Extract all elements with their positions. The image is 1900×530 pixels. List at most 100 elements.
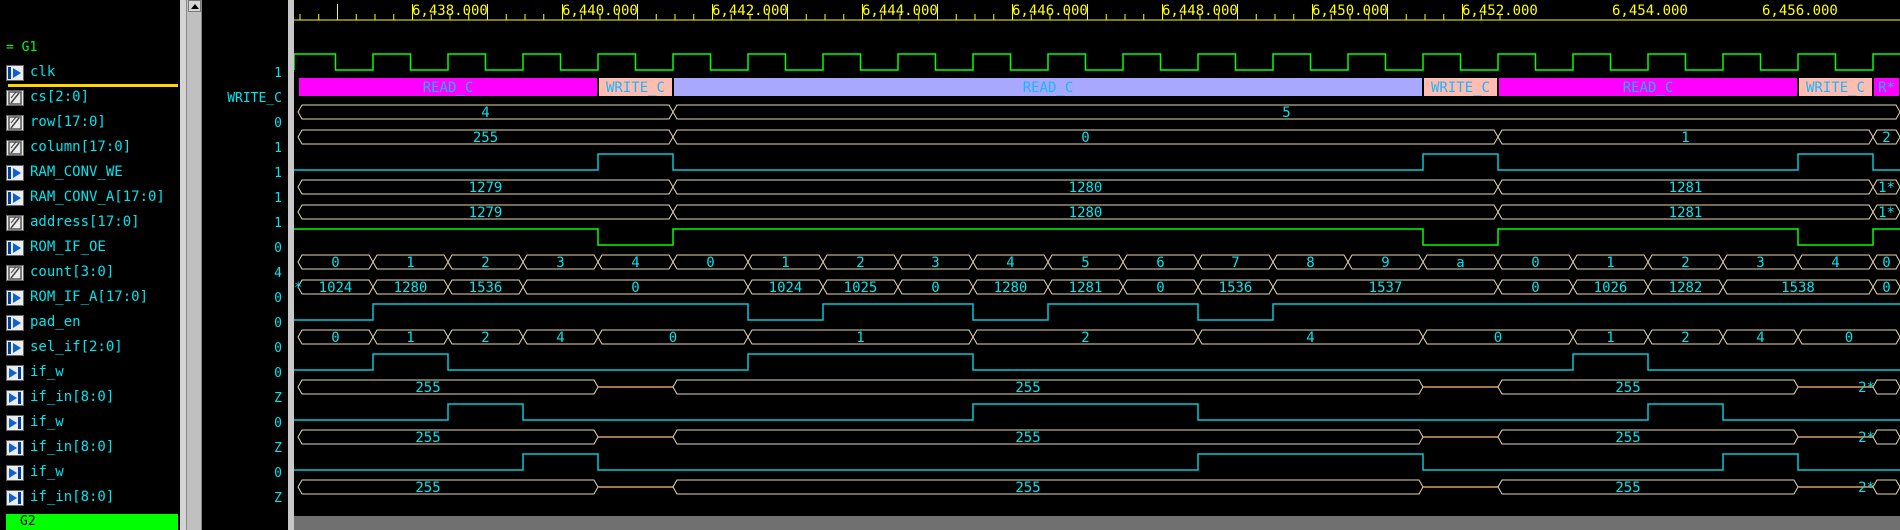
output-icon (6, 165, 24, 181)
input-icon (6, 440, 24, 456)
signal-name: if_in[8:0] (30, 439, 115, 455)
bus-trace[interactable]: 1279 1280 1281 1* (297, 204, 1900, 221)
signal-name: if_w (30, 414, 64, 430)
signal-row[interactable]: count[3:0] (0, 260, 180, 285)
bus-value: 2* (1858, 480, 1875, 496)
signal-value: 0 (274, 466, 282, 481)
bus-value: 1 (1606, 330, 1614, 346)
state-value: READ_C (1623, 80, 1674, 96)
signal-value: Z (274, 491, 282, 506)
tristate-trace[interactable]: 255 255 255 2* (297, 429, 1900, 446)
bus-trace[interactable]: 255 0 1 2 (297, 129, 1900, 146)
bus-trace[interactable]: 0 1 2 4 0 1 2 4 0 1 2 4 0 (297, 329, 1900, 346)
clock-trace[interactable] (294, 53, 1900, 71)
bus-value: 2* (1858, 430, 1875, 446)
bus-value: 1024 (319, 280, 353, 296)
tristate-trace[interactable]: 255 255 255 2* (297, 379, 1900, 396)
signal-name: if_in[8:0] (30, 389, 115, 405)
bus-segment (672, 379, 1424, 395)
group-g2-label[interactable]: G2 (6, 514, 178, 530)
ruler-label: 6,442.000 (712, 3, 788, 19)
signal-row[interactable]: RAM_CONV_A[17:0] (0, 185, 180, 210)
bit-trace[interactable] (294, 153, 1900, 171)
bus-value: 1280 (1069, 205, 1103, 221)
bus-value: 2 (481, 330, 489, 346)
signal-name: pad_en (30, 314, 81, 330)
bus-value: 0 (631, 280, 639, 296)
signal-value: 0 (274, 366, 282, 381)
bus-value: 0 (1081, 130, 1089, 146)
signal-row[interactable]: if_w (0, 460, 180, 485)
signal-row[interactable]: RAM_CONV_WE (0, 160, 180, 185)
signal-row[interactable]: sel_if[2:0] (0, 335, 180, 360)
bus-trace[interactable]: 0 1 2 3 4 0 1 2 3 4 5 6 7 8 9 a 0 1 2 3 4 0 (297, 254, 1900, 271)
time-ruler[interactable]: 6,438.000 6,440.000 6,442.000 6,444.000 6,44… (294, 3, 1900, 21)
bus-segment (1872, 379, 1900, 395)
bus-value: 4 (1831, 255, 1839, 271)
signal-value: WRITE_C (227, 91, 282, 106)
bus-value: 5 (1081, 255, 1089, 271)
bus-segment (297, 379, 599, 395)
signal-row[interactable]: ROM_IF_A[17:0] (0, 285, 180, 310)
bus-value: 2 (1681, 255, 1689, 271)
bus-value: 3 (931, 255, 939, 271)
output-icon (6, 290, 24, 306)
bit-trace[interactable] (294, 353, 1900, 371)
bus-value: 1280 (1069, 180, 1103, 196)
scroll-up-arrow-icon[interactable] (188, 0, 201, 12)
bus-segment (297, 429, 599, 445)
state-value: R* (1878, 80, 1895, 96)
bus-value: 0 (331, 255, 339, 271)
state-value: READ_C (1023, 80, 1074, 96)
input-icon (6, 415, 24, 431)
bus-value: 0 (1531, 255, 1539, 271)
group-g1-label[interactable]: = G1 (6, 40, 37, 55)
signal-row[interactable]: column[17:0] (0, 135, 180, 160)
signal-row[interactable]: row[17:0] (0, 110, 180, 135)
bus-value: 1025 (844, 280, 878, 296)
tristate-trace[interactable]: 255 255 255 2* (297, 479, 1900, 496)
signal-name: column[17:0] (30, 139, 132, 155)
signal-row[interactable]: cs[2:0] (0, 85, 180, 110)
bus-trace[interactable]: 45 (297, 104, 1900, 121)
output-icon (6, 240, 24, 256)
horizontal-scrollbar[interactable] (294, 516, 1900, 530)
bus-value: 4 (1006, 255, 1014, 271)
signal-row[interactable]: clk (0, 60, 180, 85)
bus-trace[interactable]: 1279 1280 1281 1* (297, 179, 1900, 196)
bit-trace[interactable] (294, 403, 1900, 421)
bus-value: 2 (481, 255, 489, 271)
signal-row[interactable]: if_in[8:0] (0, 435, 180, 460)
bus-value: 1279 (469, 205, 503, 221)
vertical-scrollbar[interactable] (186, 0, 202, 530)
bus-value: 255 (1615, 480, 1640, 496)
signal-value: 0 (274, 116, 282, 131)
bus-value: 4 (1306, 330, 1314, 346)
signal-value: Z (274, 441, 282, 456)
bus-icon (6, 90, 24, 106)
signal-value: 4 (274, 266, 282, 281)
bit-trace[interactable] (294, 228, 1900, 246)
signal-row[interactable]: if_w (0, 360, 180, 385)
signal-value: 0 (274, 416, 282, 431)
signal-row[interactable]: if_in[8:0] (0, 485, 180, 510)
waveform-view[interactable]: 6,438.000 6,440.000 6,442.000 6,444.000 6,44… (294, 0, 1900, 530)
signal-row[interactable]: if_in[8:0] (0, 385, 180, 410)
bit-trace[interactable] (294, 303, 1900, 321)
signal-row[interactable]: pad_en (0, 310, 180, 335)
bus-value: 8 (1306, 255, 1314, 271)
bus-trace[interactable]: 1024 1280 1536 0 1024 1025 0 1280 1281 0 1536 1537 0… (294, 279, 1900, 296)
signal-name: clk (30, 64, 56, 80)
state-trace[interactable]: READ_C WRITE_C READ_C WRITE_C READ_C WRITE_C R… (299, 78, 1899, 96)
signal-row[interactable]: address[17:0] (0, 210, 180, 235)
bus-value: 1* (1878, 205, 1895, 221)
signal-row[interactable]: ROM_IF_OE (0, 235, 180, 260)
signal-value: 1 (274, 141, 282, 156)
bus-value: 0 (331, 330, 339, 346)
bit-trace[interactable] (294, 453, 1900, 471)
bus-value: 1538 (1781, 280, 1815, 296)
ruler-label: 6,444.000 (862, 3, 938, 19)
signal-value: 1 (274, 66, 282, 81)
bus-value: 255 (1015, 380, 1040, 396)
signal-row[interactable]: if_w (0, 410, 180, 435)
